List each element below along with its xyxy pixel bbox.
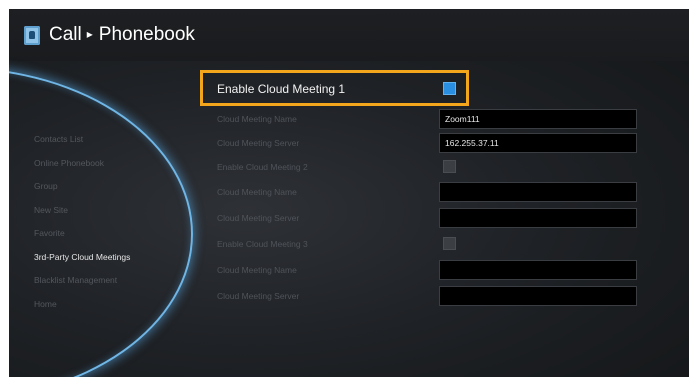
breadcrumb-page: Phonebook bbox=[98, 24, 195, 45]
enable-cloud-meeting-2-checkbox[interactable] bbox=[443, 160, 456, 173]
cloud-meeting-server-3-label: Cloud Meeting Server bbox=[217, 291, 300, 301]
cloud-meeting-server-2-label: Cloud Meeting Server bbox=[217, 213, 300, 223]
cloud-meeting-server-2-input[interactable] bbox=[439, 208, 637, 228]
sidebar-item-favorite[interactable]: Favorite bbox=[34, 222, 130, 246]
breadcrumb-separator-icon: ▸ bbox=[86, 27, 93, 41]
sidebar-item-3rd-party-cloud-meetings[interactable]: 3rd-Party Cloud Meetings bbox=[34, 246, 130, 270]
sidebar-item-group[interactable]: Group bbox=[34, 175, 130, 199]
enable-cloud-meeting-1-checkbox[interactable] bbox=[443, 82, 456, 95]
cloud-meeting-server-1-input[interactable]: 162.255.37.11 bbox=[439, 133, 637, 153]
enable-cloud-meeting-3-checkbox[interactable] bbox=[443, 237, 456, 250]
sidebar-item-blacklist-management[interactable]: Blacklist Management bbox=[34, 269, 130, 293]
cloud-meeting-name-2-input[interactable] bbox=[439, 182, 637, 202]
cloud-meeting-name-1-input[interactable]: Zoom111 bbox=[439, 109, 637, 129]
cloud-meeting-name-3-input[interactable] bbox=[439, 260, 637, 280]
sidebar-item-online-phonebook[interactable]: Online Phonebook bbox=[34, 152, 130, 176]
cloud-meeting-name-3-label: Cloud Meeting Name bbox=[217, 265, 297, 275]
cloud-meeting-name-2-label: Cloud Meeting Name bbox=[217, 187, 297, 197]
enable-cloud-meeting-2-label: Enable Cloud Meeting 2 bbox=[217, 162, 308, 172]
cloud-meeting-server-1-label: Cloud Meeting Server bbox=[217, 138, 300, 148]
cloud-meeting-server-3-input[interactable] bbox=[439, 286, 637, 306]
screen: Call ▸ Phonebook Contacts List Online Phon… bbox=[9, 9, 689, 377]
title-bar: Call ▸ Phonebook bbox=[9, 9, 689, 61]
enable-cloud-meeting-3-label: Enable Cloud Meeting 3 bbox=[217, 239, 308, 249]
breadcrumb-section: Call bbox=[49, 24, 82, 45]
page-title: Call ▸ Phonebook bbox=[49, 24, 195, 46]
sidebar-item-new-site[interactable]: New Site bbox=[34, 199, 130, 223]
enable-cloud-meeting-1-label: Enable Cloud Meeting 1 bbox=[217, 82, 346, 96]
sidebar-item-home[interactable]: Home bbox=[34, 293, 130, 317]
phonebook-icon bbox=[24, 26, 40, 45]
cloud-meeting-name-1-label: Cloud Meeting Name bbox=[217, 114, 297, 124]
sidebar-menu: Contacts List Online Phonebook Group New… bbox=[34, 128, 130, 316]
sidebar-item-contacts-list[interactable]: Contacts List bbox=[34, 128, 130, 152]
